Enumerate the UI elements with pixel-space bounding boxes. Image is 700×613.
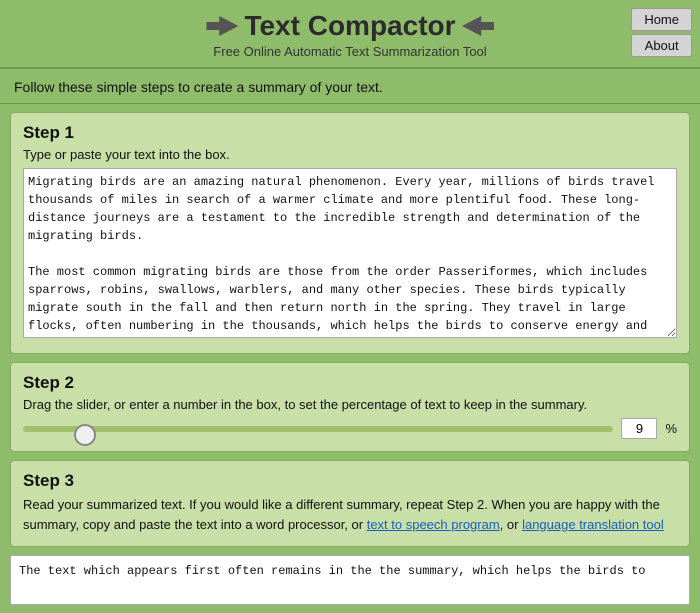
- step3-title: Step 3: [23, 471, 677, 491]
- slider-row: %: [23, 418, 677, 439]
- percentage-slider[interactable]: [23, 432, 613, 438]
- output-text: The text which appears first often remai…: [19, 564, 646, 578]
- language-translation-link[interactable]: language translation tool: [522, 517, 664, 532]
- step1-instruction: Type or paste your text into the box.: [23, 147, 677, 162]
- nav-buttons: Home About: [631, 8, 692, 57]
- about-button[interactable]: About: [631, 34, 692, 57]
- arrow-left-icon: [206, 16, 238, 36]
- title-text: Text Compactor: [244, 10, 455, 42]
- slider-track: [23, 426, 613, 432]
- step3-instruction: Read your summarized text. If you would …: [23, 495, 677, 534]
- app-title: Text Compactor: [206, 10, 493, 42]
- header: Text Compactor Free Online Automatic Tex…: [0, 0, 700, 69]
- text-input[interactable]: [23, 168, 677, 338]
- step1-box: Step 1 Type or paste your text into the …: [10, 112, 690, 354]
- app-subtitle: Free Online Automatic Text Summarization…: [206, 44, 493, 59]
- arrow-right-icon: [462, 16, 494, 36]
- step3-text-part2: , or: [500, 517, 522, 532]
- percentage-input[interactable]: [621, 418, 657, 439]
- step2-title: Step 2: [23, 373, 677, 393]
- step2-box: Step 2 Drag the slider, or enter a numbe…: [10, 362, 690, 452]
- percent-label: %: [665, 421, 677, 436]
- step1-title: Step 1: [23, 123, 677, 143]
- text-to-speech-link[interactable]: text to speech program: [367, 517, 500, 532]
- step2-instruction: Drag the slider, or enter a number in th…: [23, 397, 677, 412]
- header-center: Text Compactor Free Online Automatic Tex…: [206, 10, 493, 59]
- step3-box: Step 3 Read your summarized text. If you…: [10, 460, 690, 547]
- intro-label: Follow these simple steps to create a su…: [14, 79, 383, 95]
- output-box: The text which appears first often remai…: [10, 555, 690, 605]
- home-button[interactable]: Home: [631, 8, 692, 31]
- intro-text: Follow these simple steps to create a su…: [0, 69, 700, 104]
